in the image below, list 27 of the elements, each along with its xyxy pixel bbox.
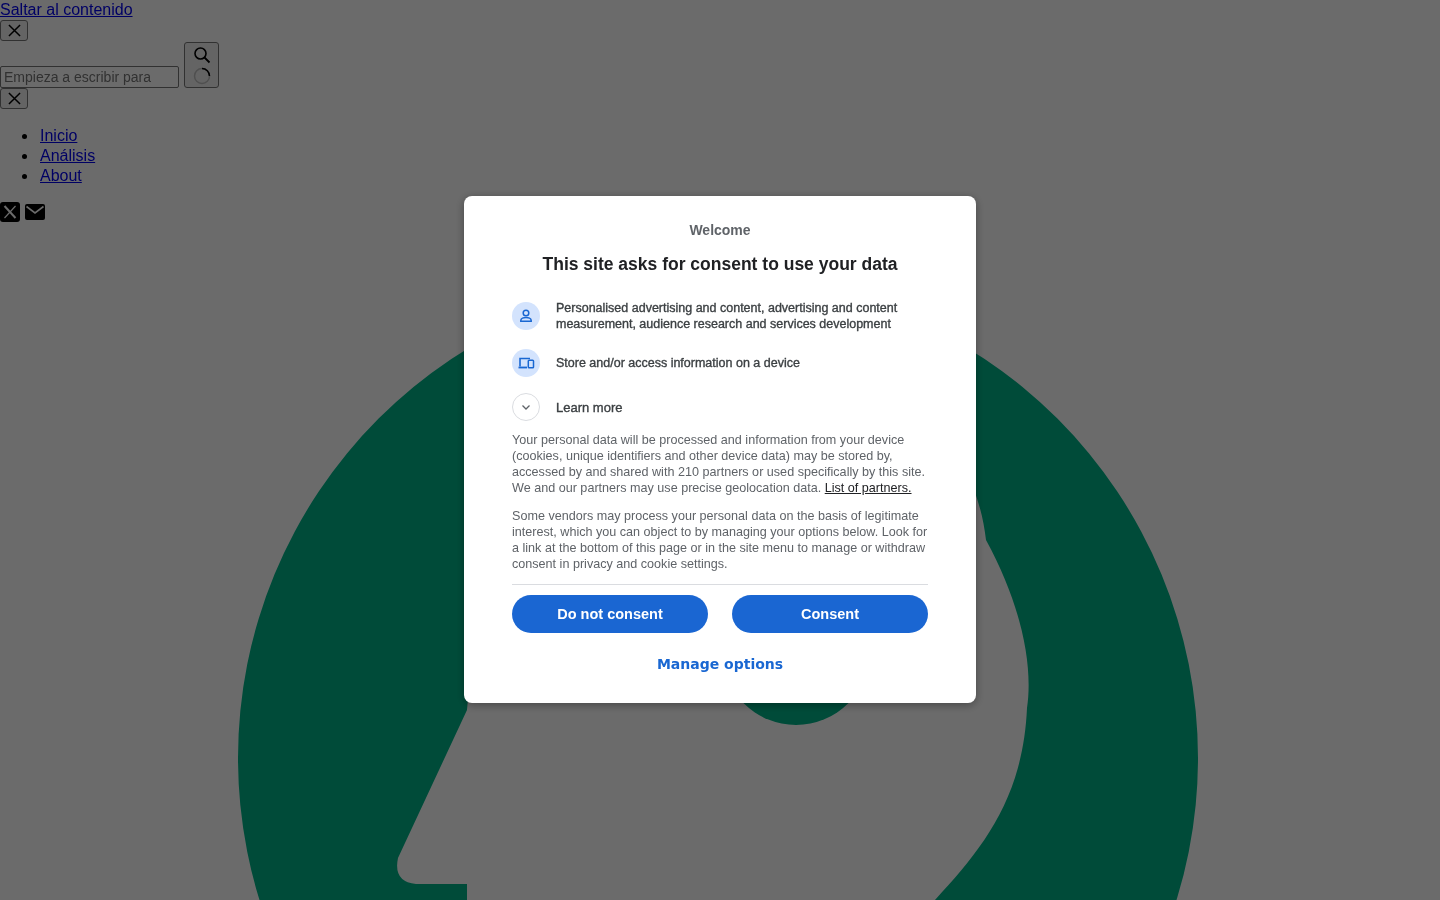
bullet-icon: [22, 153, 27, 159]
nav-link[interactable]: Inicio: [40, 127, 78, 145]
close-icon: [7, 92, 21, 105]
skip-link[interactable]: Saltar al contenido: [0, 1, 133, 18]
x-logo-icon[interactable]: [0, 202, 20, 222]
nav-link[interactable]: Análisis: [40, 147, 96, 165]
learn-more-button[interactable]: Learn more: [512, 393, 623, 421]
close-button[interactable]: [0, 20, 28, 41]
dialog-eyebrow: Welcome: [688, 221, 752, 240]
dialog-title: This site asks for consent to use your data: [541, 253, 899, 276]
search-icon: [192, 45, 211, 64]
bullet-icon: [22, 133, 27, 139]
bullet-icon: [22, 173, 27, 179]
partners-link[interactable]: List of partners.: [824, 481, 912, 495]
person-icon: [512, 302, 540, 330]
consent-text: Your personal data will be processed and information from your device (cookies, unique identifiers and other device data) may be stored by, accessed by and shared with 210 partners or used specifically by this site. We and our partners may use precise geolocation data. List of partners.: [512, 432, 926, 496]
search-button[interactable]: [184, 42, 219, 88]
nav-link[interactable]: About: [40, 167, 82, 185]
search-field[interactable]: Empieza a escribir para: [0, 66, 179, 88]
purpose-label: Personalised advertising and content, advertising and content measurement, audience research and services development: [556, 300, 899, 332]
spinner-icon: [192, 66, 211, 85]
close-button[interactable]: [0, 88, 28, 109]
purpose-label: Store and/or access information on a device: [556, 355, 800, 371]
consent-text: Some vendors may process your personal data on the basis of legitimate interest, which you can object to by managing your options below. Look for a link at the bottom of this page or in the site menu to manage or withdraw consent in privacy and cookie settings.: [512, 508, 928, 572]
mail-icon[interactable]: [25, 204, 45, 220]
laptop-phone-icon: [512, 349, 540, 377]
close-icon: [7, 24, 21, 37]
